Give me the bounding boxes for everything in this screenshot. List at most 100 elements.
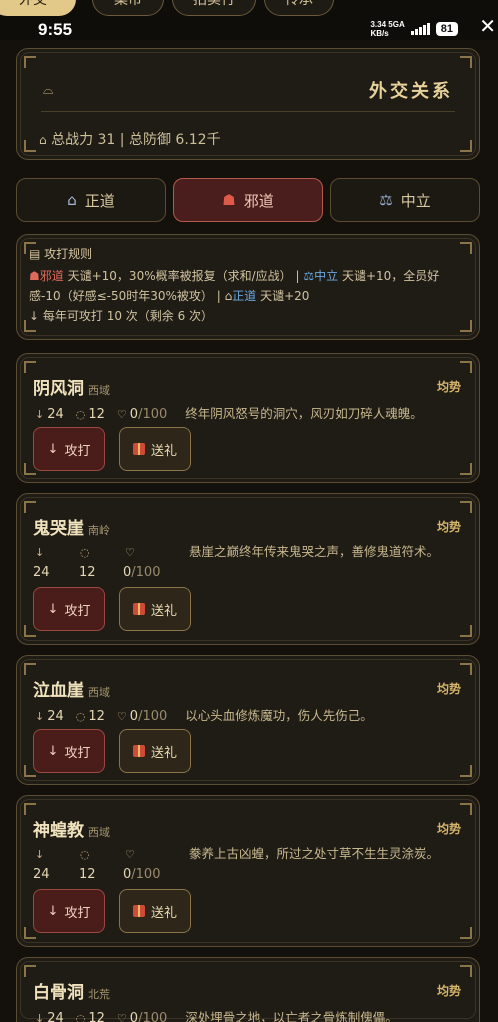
signal-icon [410, 23, 430, 35]
heart-icon: ♡ [116, 709, 127, 723]
page-title: 外交关系 [369, 81, 453, 102]
gift-button[interactable]: 送礼 [119, 889, 191, 933]
sect-name: 神蝗教 [33, 821, 84, 841]
shield-icon: ◌ [75, 407, 86, 421]
gift-icon [132, 905, 145, 917]
sect-region: 西域 [88, 826, 110, 839]
tab-auction[interactable]: 拍卖行 [172, 0, 256, 16]
sword-icon: ↓ [47, 903, 59, 919]
clock: 9:55 [38, 20, 73, 39]
attack-button[interactable]: ↓ 攻打 [33, 427, 105, 471]
trend-badge: 均势 [436, 984, 461, 998]
attack-button[interactable]: ↓ 攻打 [33, 587, 105, 631]
sword-icon: ↓ [35, 1011, 45, 1022]
gift-icon [132, 745, 145, 757]
attack-button[interactable]: ↓ 攻打 [33, 889, 105, 933]
sect-title: 鬼哭崖 南岭 [33, 514, 110, 539]
scales-icon: ⚖ [303, 269, 315, 283]
battery-icon: 81 [435, 22, 458, 36]
sect-card: 神蝗教 西域 均势 ↓ ◌ ♡ 24 12 0/100 豢养上古凶蝗，所过之处寸草… [16, 795, 480, 947]
shield-icon: ◌ [75, 1011, 86, 1022]
divider [41, 111, 455, 112]
tab-label: 拍卖行 [193, 0, 235, 8]
top-bar: 外交 集市 拍卖行 传承 9:55 3.34 5GA KB/s 81 ✕ [0, 0, 498, 40]
tab-label: 邪道 [243, 191, 274, 210]
tab-label: 正道 [84, 191, 115, 210]
sect-card: 阴风洞 西域 均势 ↓ 24 ◌ 12 ♡ 0/100 终年阴风怒号的洞穴，风刃如刀碎人… [16, 353, 480, 483]
sword-icon: ↓ [35, 709, 45, 723]
demon-icon: ☗ [29, 269, 40, 283]
sect-region: 西域 [88, 686, 110, 699]
tab-market[interactable]: 集市 [92, 0, 164, 16]
tab-evil[interactable]: ☗ 邪道 [173, 178, 323, 222]
tab-inheritance[interactable]: 传承 [264, 0, 334, 16]
rainbow-icon: ⌓ [43, 83, 54, 98]
favor-stat: ♡ 0/100 [117, 1011, 167, 1022]
sword-icon: ↓ [47, 601, 59, 617]
power-stats: ⌂ 总战力 31 | 总防御 6.12千 [39, 129, 221, 149]
temple-icon: ⌂ [39, 133, 47, 147]
sect-card: 鬼哭崖 南岭 均势 ↓ ◌ ♡ 24 12 0/100 悬崖之巅终年传来鬼哭之声，… [16, 493, 480, 645]
gift-button[interactable]: 送礼 [119, 427, 191, 471]
heart-icon: ♡ [116, 407, 127, 421]
attack-button[interactable]: ↓ 攻打 [33, 729, 105, 773]
attack-stat: ↓ 24 [35, 406, 64, 422]
rules-panel: ▤ 攻打规则 ☗邪道 天谴+10，30%概率被报复（求和/应战） | ⚖中立 天… [16, 234, 480, 340]
shield-icon: ◌ [80, 848, 90, 861]
heart-icon: ♡ [125, 546, 135, 559]
heart-icon: ♡ [125, 848, 135, 861]
sect-name: 阴风洞 [33, 379, 84, 399]
temple-icon: ⌂ [67, 191, 77, 209]
gift-icon [132, 603, 145, 615]
trend-badge: 均势 [436, 520, 461, 534]
tab-righteous[interactable]: ⌂ 正道 [16, 178, 166, 222]
rules-line-2: 感-10（好感≤-50时年30%被攻） | ⌂正道 天谴+20 [29, 289, 310, 303]
tab-neutral[interactable]: ⚖ 中立 [330, 178, 480, 222]
gift-button[interactable]: 送礼 [119, 587, 191, 631]
defense-stat: ◌ 12 [75, 708, 105, 724]
status-icons: 3.34 5GA KB/s 81 [370, 20, 458, 38]
sword-icon: ↓ [35, 546, 45, 559]
sect-region: 西域 [88, 384, 110, 397]
attack-value: 24 [33, 565, 50, 580]
sect-name: 鬼哭崖 [33, 519, 84, 539]
demon-icon: ☗ [222, 191, 236, 209]
gift-button[interactable]: 送礼 [119, 729, 191, 773]
net-speed: 3.34 5GA KB/s [370, 20, 405, 38]
tab-label: 传承 [285, 0, 313, 8]
attack-stat: ↓ 24 [35, 708, 64, 724]
rules-line-1: ☗邪道 天谴+10，30%概率被报复（求和/应战） | ⚖中立 天谴+10，全员… [29, 269, 440, 283]
sect-title: 神蝗教 西域 [33, 816, 110, 841]
gift-icon [132, 443, 145, 455]
defense-stat: ◌ 12 [75, 406, 105, 422]
shield-icon: ◌ [80, 546, 90, 559]
trend-badge: 均势 [436, 380, 461, 394]
sword-icon: ↓ [35, 848, 45, 861]
favor-value: 0/100 [123, 867, 161, 882]
sect-card: 泣血崖 西域 均势 ↓ 24 ◌ 12 ♡ 0/100 以心头血修炼魔功，伤人先伤己。 … [16, 655, 480, 785]
sect-title: 泣血崖 西域 [33, 676, 110, 701]
sword-icon: ↓ [47, 441, 59, 457]
attack-stat: ↓ 24 [35, 1011, 64, 1022]
favor-value: 0/100 [123, 565, 161, 580]
rules-line-3: ↓ 每年可攻打 10 次（剩余 6 次） [29, 309, 214, 323]
favor-stat: ♡ 0/100 [116, 406, 168, 422]
tab-diplomacy[interactable]: 外交 [0, 0, 76, 16]
sword-icon: ↓ [35, 407, 45, 421]
attack-value: 24 [33, 867, 50, 882]
sect-name: 泣血崖 [33, 681, 84, 701]
tab-label: 中立 [400, 191, 431, 210]
trend-badge: 均势 [436, 682, 461, 696]
sword-icon: ↓ [47, 743, 59, 759]
defense-value: 12 [79, 867, 96, 882]
sect-title: 白骨洞 北荒 [33, 978, 110, 1003]
sect-region: 北荒 [88, 988, 110, 1001]
close-icon[interactable]: ✕ [479, 14, 496, 38]
trend-badge: 均势 [436, 822, 461, 836]
sect-desc: 豢养上古凶蝗，所过之处寸草不生生灵涂炭。 [189, 846, 440, 861]
sect-region: 南岭 [88, 524, 110, 537]
tab-label: 外交 [19, 0, 47, 8]
sect-desc: 悬崖之巅终年传来鬼哭之声，善修鬼道符术。 [189, 544, 440, 559]
sect-desc: 以心头血修炼魔功，伤人先伤己。 [185, 708, 373, 723]
defense-stat: ◌ 12 [76, 1011, 105, 1022]
